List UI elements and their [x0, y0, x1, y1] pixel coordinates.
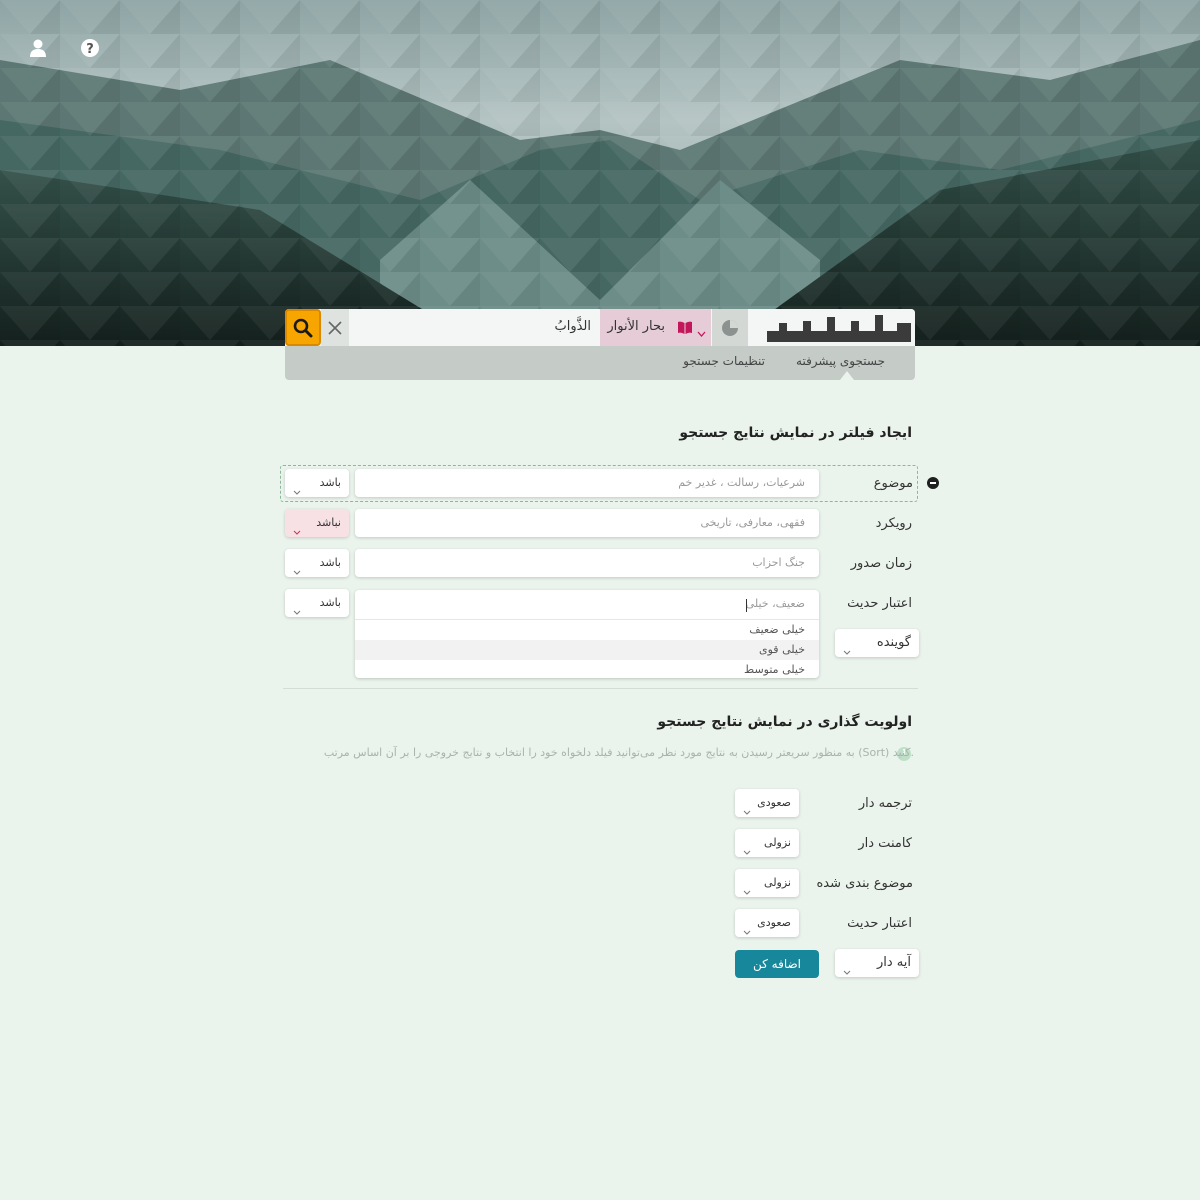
- chevron-down-icon: [743, 920, 751, 939]
- mountain-landscape-image: [0, 0, 1200, 346]
- book-icon: [677, 320, 693, 339]
- validity-autocomplete[interactable]: ضعیف، خیلی خیلی ضعیف خیلی قوی خیلی متوسط: [355, 590, 819, 678]
- priority-order-value: نزولی: [764, 876, 791, 889]
- priority-order-select[interactable]: نزولی: [735, 869, 799, 897]
- chevron-down-icon: [697, 322, 706, 341]
- question-circle-icon[interactable]: ?: [80, 38, 100, 58]
- priority-label: موضوع بندی شده: [816, 876, 913, 891]
- filter-section-title: ایجاد فیلتر در نمایش نتایج جستجو: [679, 425, 912, 441]
- chevron-down-icon: [293, 480, 301, 499]
- chevron-down-icon: [743, 800, 751, 819]
- search-tabs: جستجوی پیشرفته تنظیمات جستجو: [285, 346, 915, 380]
- filter-label-issue-time: زمان صدور: [850, 556, 912, 571]
- add-button[interactable]: اضافه کن: [735, 950, 819, 978]
- book-name: بحار الأنوار: [607, 319, 665, 334]
- add-filter-field-value: گوینده: [876, 635, 911, 650]
- priority-order-select[interactable]: صعودی: [735, 909, 799, 937]
- section-divider: [283, 688, 918, 689]
- chevron-down-icon: [843, 960, 851, 979]
- add-priority-field-value: آیه دار: [876, 955, 911, 970]
- priority-label: ترجمه دار: [858, 796, 912, 811]
- chevron-down-icon: [293, 520, 301, 539]
- search-icon: [293, 318, 313, 337]
- validity-condition-select[interactable]: باشد: [285, 589, 349, 617]
- suggestion-item-highlighted[interactable]: خیلی قوی: [355, 640, 819, 660]
- suggestion-label: خیلی متوسط: [744, 663, 805, 676]
- validity-input-text[interactable]: ضعیف، خیلی: [746, 597, 805, 610]
- hadith-logo: [763, 309, 915, 346]
- priority-order-select[interactable]: نزولی: [735, 829, 799, 857]
- tab-advanced-search[interactable]: جستجوی پیشرفته: [796, 354, 885, 368]
- suggestion-item[interactable]: خیلی متوسط: [355, 660, 819, 680]
- book-selector[interactable]: بحار الأنوار: [600, 309, 711, 346]
- clear-search-button[interactable]: [321, 309, 349, 346]
- add-filter-field-select[interactable]: گوینده: [835, 629, 919, 657]
- topic-condition-value: باشد: [319, 476, 341, 489]
- filter-label-topic: موضوع: [873, 476, 913, 491]
- issue-time-condition-value: باشد: [319, 556, 341, 569]
- priority-label: کامنت دار: [858, 836, 912, 851]
- topic-condition-select[interactable]: باشد: [285, 469, 349, 497]
- suggestion-item[interactable]: خیلی ضعیف: [355, 620, 819, 640]
- priority-order-select[interactable]: صعودی: [735, 789, 799, 817]
- issue-time-placeholder: جنگ احزاب: [752, 556, 805, 569]
- filter-label-approach: رویکرد: [875, 516, 912, 531]
- topic-placeholder: شرعیات، رسالت ، غدیر خم: [678, 476, 805, 489]
- priority-order-value: صعودی: [757, 916, 791, 929]
- active-tab-indicator: [840, 371, 854, 380]
- approach-condition-select[interactable]: نباشد: [285, 509, 349, 537]
- tab-search-settings[interactable]: تنظیمات جستجو: [683, 354, 765, 368]
- chevron-down-icon: [843, 640, 851, 659]
- chevron-down-icon: [293, 600, 301, 619]
- text-cursor: [746, 599, 747, 612]
- chevron-down-icon: [743, 840, 751, 859]
- pie-chart-icon: [722, 319, 738, 336]
- chevron-down-icon: [293, 560, 301, 579]
- search-button[interactable]: [285, 309, 321, 346]
- priority-section-title: اولویت گذاری در نمایش نتایج جستجو: [657, 714, 912, 730]
- topic-input[interactable]: شرعیات، رسالت ، غدیر خم: [355, 469, 819, 497]
- priority-label: اعتبار حدیث: [847, 916, 912, 931]
- suggestion-label: خیلی ضعیف: [749, 623, 805, 636]
- validity-condition-value: باشد: [319, 596, 341, 609]
- priority-info-text: به منظور سریعتر رسیدن به نتایج مورد نظر …: [323, 746, 914, 759]
- search-query[interactable]: الذَّوابُ: [554, 319, 591, 334]
- user-icon[interactable]: [28, 38, 48, 58]
- add-priority-field-select[interactable]: آیه دار: [835, 949, 919, 977]
- close-icon: [328, 320, 342, 335]
- filter-label-validity: اعتبار حدیث: [847, 596, 912, 611]
- hero-banner: ?: [0, 0, 1200, 346]
- issue-time-condition-select[interactable]: باشد: [285, 549, 349, 577]
- suggestion-label: خیلی قوی: [759, 643, 805, 656]
- svg-text:?: ?: [86, 42, 94, 57]
- priority-order-value: صعودی: [757, 796, 791, 809]
- search-bar: بحار الأنوار الذَّوابُ: [285, 309, 915, 346]
- chevron-down-icon: [743, 880, 751, 899]
- approach-condition-value: نباشد: [316, 516, 341, 529]
- statistics-button[interactable]: [712, 309, 748, 346]
- logo-mark-icon: [767, 315, 911, 342]
- priority-order-value: نزولی: [764, 836, 791, 849]
- remove-row-icon[interactable]: [927, 477, 939, 489]
- issue-time-input[interactable]: جنگ احزاب: [355, 549, 819, 577]
- approach-input[interactable]: فقهی، معارفی، تاریخی: [355, 509, 819, 537]
- approach-placeholder: فقهی، معارفی، تاریخی: [700, 516, 806, 529]
